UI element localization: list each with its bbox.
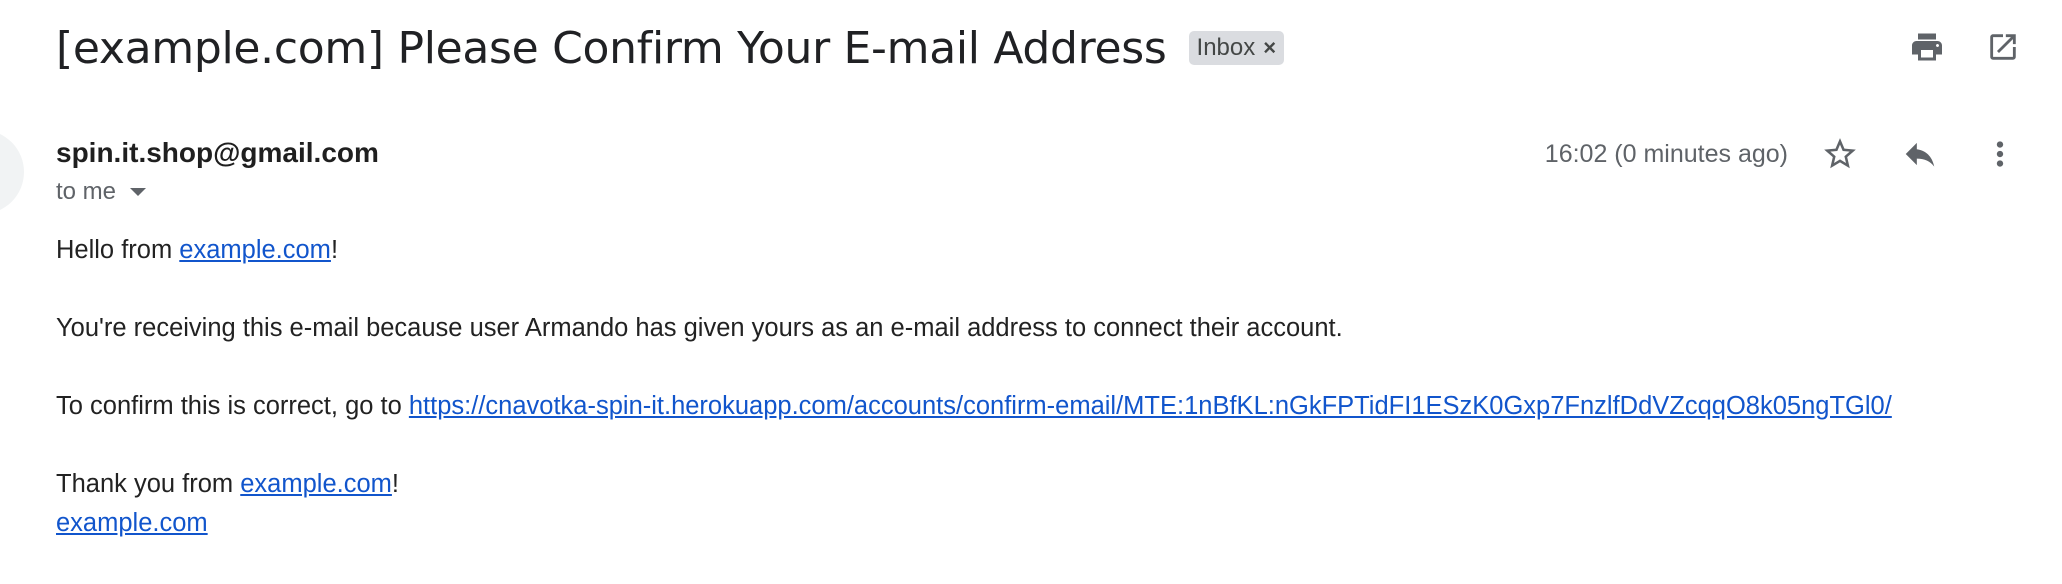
inbox-label-chip[interactable]: Inbox × bbox=[1188, 31, 1285, 65]
explanation-paragraph: You're receiving this e-mail because use… bbox=[56, 314, 1343, 342]
subject-row: [example.com] Please Confirm Your E-mail… bbox=[56, 18, 1285, 78]
signature-link[interactable]: example.com bbox=[56, 509, 208, 537]
message-meta: 16:02 (0 minutes ago) bbox=[1545, 132, 2022, 176]
thanks-suffix: ! bbox=[391, 470, 399, 498]
label-text: Inbox bbox=[1196, 34, 1256, 61]
confirm-line: To confirm this is correct, go to https:… bbox=[56, 387, 1892, 426]
sender-avatar[interactable] bbox=[0, 130, 24, 214]
star-icon[interactable] bbox=[1818, 132, 1862, 176]
thanks-prefix: Thank you from bbox=[56, 470, 241, 498]
message-body: Hello from example.com! You're receiving… bbox=[56, 231, 1892, 543]
greeting-line: Hello from example.com! bbox=[56, 231, 1892, 270]
email-subject: [example.com] Please Confirm Your E-mail… bbox=[56, 22, 1167, 74]
thanks-link[interactable]: example.com bbox=[240, 470, 392, 498]
confirm-prefix: To confirm this is correct, go to bbox=[56, 392, 409, 420]
print-icon[interactable] bbox=[1908, 28, 1946, 66]
thanks-line: Thank you from example.com! bbox=[56, 465, 1892, 504]
open-in-new-window-icon[interactable] bbox=[1984, 28, 2022, 66]
reply-icon[interactable] bbox=[1898, 132, 1942, 176]
greeting-link[interactable]: example.com bbox=[179, 236, 331, 264]
more-vert-icon[interactable] bbox=[1978, 132, 2022, 176]
message-timestamp: 16:02 (0 minutes ago) bbox=[1544, 139, 1788, 168]
sender-email[interactable]: spin.it.shop@gmail.com bbox=[56, 137, 379, 169]
recipient-details-toggle[interactable]: to me bbox=[56, 178, 147, 206]
confirm-email-link[interactable]: https://cnavotka-spin-it.herokuapp.com/a… bbox=[409, 392, 1892, 420]
recipient-label: to me bbox=[56, 178, 117, 205]
chevron-down-icon[interactable] bbox=[130, 188, 147, 196]
signature-line: example.com bbox=[56, 504, 1892, 543]
remove-label-icon[interactable]: × bbox=[1263, 35, 1276, 61]
thread-actions bbox=[1908, 28, 2022, 66]
greeting-prefix: Hello from bbox=[56, 236, 180, 264]
greeting-suffix: ! bbox=[330, 236, 339, 264]
